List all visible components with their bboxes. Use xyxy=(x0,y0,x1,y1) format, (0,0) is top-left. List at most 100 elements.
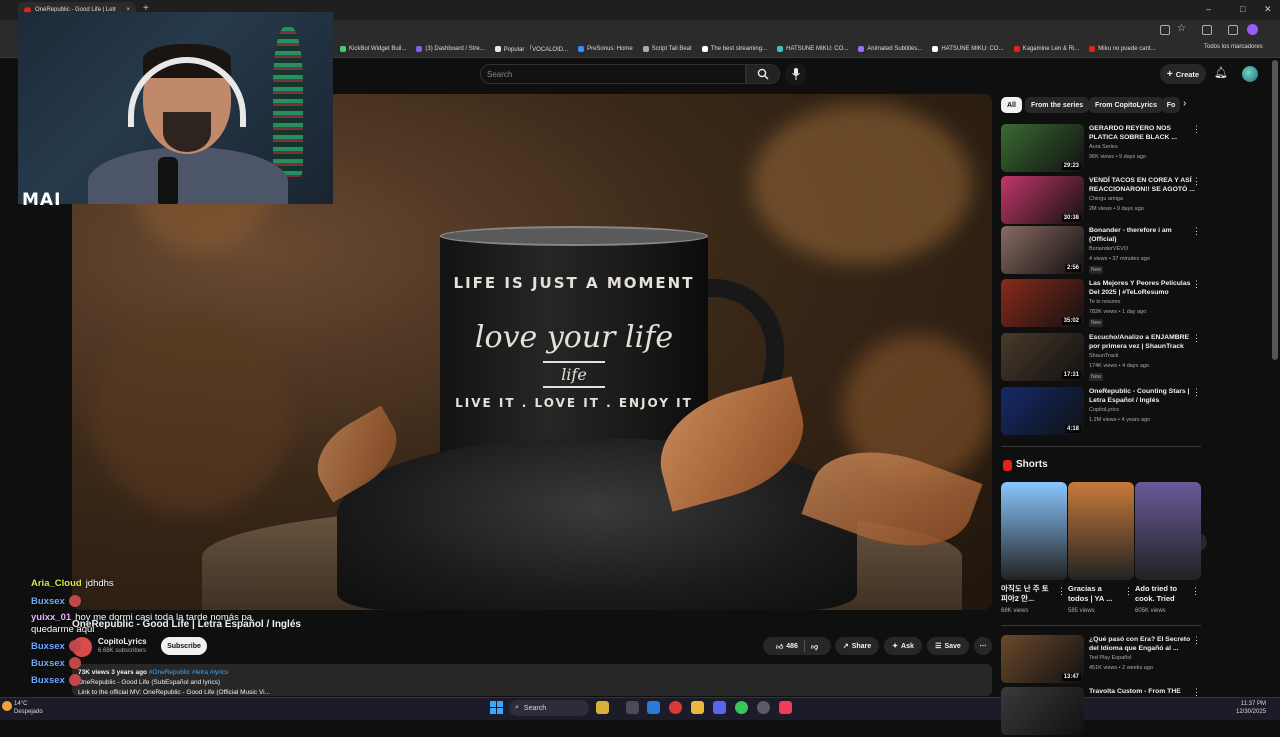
recommended-video[interactable]: 2:56 Bonander - therefore i am (Official)… xyxy=(1001,226,1201,276)
short-thumbnail[interactable] xyxy=(1068,482,1134,580)
weather-widget[interactable]: 14°C Despejado xyxy=(14,700,43,716)
recommended-title[interactable]: VENDÍ TACOS EN COREA Y ASÍ REACCIONARON!… xyxy=(1089,176,1195,194)
bookmark-item[interactable]: KickBot Widget Buil... xyxy=(340,45,406,52)
bookmark-item[interactable]: HATSUNE MIKU: CO... xyxy=(777,45,848,52)
bookmark-item[interactable]: (3) Dashboard / Stre... xyxy=(416,45,485,52)
bookmark-star-icon[interactable]: ☆ xyxy=(1177,23,1186,34)
more-vertical-icon[interactable]: ⋮ xyxy=(1192,226,1201,237)
bookmark-item[interactable]: PreSonus: Home xyxy=(578,45,633,52)
recommended-video[interactable]: 4:18 OneRepublic - Counting Stars | Letra… xyxy=(1001,387,1201,437)
recommended-channel[interactable]: CopitoLyrics xyxy=(1089,407,1119,413)
more-vertical-icon[interactable]: ⋮ xyxy=(1192,124,1201,135)
hashtags[interactable]: #OneRepublic #letra #lyrics xyxy=(149,669,228,676)
extensions-icon[interactable] xyxy=(1202,25,1212,35)
mug-print: LIFE IS JUST A MOMENT love your life lif… xyxy=(442,264,706,464)
bookmark-item[interactable]: Kagamine Len & Ri... xyxy=(1013,45,1079,52)
share-button[interactable]: ↗ Share xyxy=(835,637,879,655)
menu-icon[interactable] xyxy=(1228,25,1238,35)
description-link-line[interactable]: Link to the official MV: OneRepublic - G… xyxy=(78,688,986,696)
notifications-bell-icon[interactable]: 🔔︎ xyxy=(1214,66,1228,79)
recommended-video[interactable]: Travolta Custom - From THE ⋮ xyxy=(1001,687,1201,737)
recommended-video[interactable]: 17:31 Escucho/Analizo a ENJAMBRE por prim… xyxy=(1001,333,1201,383)
search-button[interactable] xyxy=(746,64,780,84)
more-vertical-icon[interactable]: ⋮ xyxy=(1124,586,1133,597)
bookmark-item[interactable]: Script Tail Beat xyxy=(642,45,692,52)
save-button[interactable]: ☰ Save xyxy=(927,637,969,655)
folder-icon[interactable] xyxy=(691,701,704,714)
bookmark-item[interactable]: Popular 「VOCALOID... xyxy=(494,44,568,53)
more-actions-button[interactable]: ⋯ xyxy=(974,637,992,655)
filter-chip[interactable]: From the series xyxy=(1025,97,1090,113)
create-button[interactable]: + Create xyxy=(1160,64,1206,84)
stream-logo: MAI xyxy=(22,190,62,210)
recommended-title[interactable]: Las Mejores Y Peores Películas Del 2025 … xyxy=(1089,279,1195,297)
recommended-video[interactable]: 35:02 Las Mejores Y Peores Películas Del … xyxy=(1001,279,1201,329)
short-title[interactable]: Ado tried to cook. Tried xyxy=(1135,584,1189,604)
more-vertical-icon[interactable]: ⋮ xyxy=(1192,387,1201,398)
cast-icon[interactable] xyxy=(1160,25,1170,35)
recommended-title[interactable]: Escucho/Analizo a ENJAMBRE por primera v… xyxy=(1089,333,1195,351)
all-bookmarks-folder[interactable]: Todos los marcadores xyxy=(1204,44,1263,50)
edge-icon[interactable] xyxy=(647,701,660,714)
video-description[interactable]: 73K views 3 years ago #OneRepublic #letr… xyxy=(72,664,992,696)
more-vertical-icon[interactable]: ⋮ xyxy=(1192,635,1201,646)
recommended-video[interactable]: 30:38 VENDÍ TACOS EN COREA Y ASÍ REACCION… xyxy=(1001,176,1201,226)
filter-chip[interactable]: Fo xyxy=(1162,97,1180,113)
bookmark-item[interactable]: Animated Subtitles... xyxy=(858,45,922,52)
bookmark-item[interactable]: HATSUNE MIKU: CO... xyxy=(932,45,1004,52)
system-clock[interactable]: 11:37 PM 12/30/2025 xyxy=(1236,700,1266,716)
recommended-channel[interactable]: Aura Series xyxy=(1089,144,1118,150)
dislike-button[interactable]: 👎︎ xyxy=(811,642,818,651)
more-vertical-icon[interactable]: ⋮ xyxy=(1191,586,1200,597)
profile-icon[interactable] xyxy=(1247,24,1258,35)
more-vertical-icon[interactable]: ⋮ xyxy=(1192,333,1201,344)
page-scrollbar[interactable] xyxy=(1272,60,1278,360)
recommended-title[interactable]: GERARDO REYERO NOS PLATICA SOBRE BLACK .… xyxy=(1089,124,1195,142)
short-title[interactable]: Gracias a todos | YA ... xyxy=(1068,584,1122,604)
bookmark-item[interactable]: Miku no puede cant... xyxy=(1089,45,1156,52)
ask-button[interactable]: ✦ Ask xyxy=(884,637,922,655)
more-vertical-icon[interactable]: ⋮ xyxy=(1192,176,1201,187)
task-view-icon[interactable] xyxy=(626,701,639,714)
music-app-icon[interactable] xyxy=(779,701,792,714)
short-thumbnail[interactable] xyxy=(1001,482,1067,580)
more-vertical-icon[interactable]: ⋮ xyxy=(1192,279,1201,290)
file-explorer-widget-icon[interactable] xyxy=(596,701,609,714)
discord-icon[interactable] xyxy=(713,701,726,714)
minimize-icon[interactable]: – xyxy=(1206,4,1211,14)
bookmark-label: PreSonus: Home xyxy=(587,45,633,52)
settings-icon[interactable] xyxy=(757,701,770,714)
recommended-title[interactable]: ¿Qué pasó con Era? El Secreto del Idioma… xyxy=(1089,635,1195,653)
account-avatar[interactable] xyxy=(1242,66,1258,82)
recommended-channel[interactable]: Chingu amiga xyxy=(1089,196,1123,202)
short-thumbnail[interactable] xyxy=(1135,482,1201,580)
maximize-icon[interactable]: □ xyxy=(1240,4,1245,14)
recommended-video[interactable]: 13:47 ¿Qué pasó con Era? El Secreto del I… xyxy=(1001,635,1201,685)
recommended-title[interactable]: OneRepublic - Counting Stars | Letra Esp… xyxy=(1089,387,1195,405)
chips-next-chevron-icon[interactable]: › xyxy=(1183,98,1186,109)
app-icon[interactable] xyxy=(669,701,682,714)
filter-chip[interactable]: All xyxy=(1001,97,1022,113)
short-title[interactable]: 아직도 난 주 토피아2 안... xyxy=(1001,584,1055,604)
video-thumbnail[interactable] xyxy=(1001,687,1084,735)
taskbar-search[interactable]: ⌕ Search xyxy=(509,700,589,716)
chrome-icon[interactable] xyxy=(735,701,748,714)
recommended-title[interactable]: Travolta Custom - From THE xyxy=(1089,687,1195,696)
more-vertical-icon[interactable]: ⋮ xyxy=(1057,586,1066,597)
windows-start-icon[interactable] xyxy=(490,701,503,714)
recommended-channel[interactable]: ShaunTrack xyxy=(1089,353,1118,359)
channel-name[interactable]: CopitoLyrics xyxy=(98,637,147,646)
voice-search-button[interactable] xyxy=(785,63,807,85)
more-vertical-icon[interactable]: ⋮ xyxy=(1192,687,1201,698)
like-button[interactable]: 👍︎ 486 xyxy=(776,642,798,651)
recommended-title[interactable]: Bonander - therefore i am (Official) xyxy=(1089,226,1195,244)
subscribe-button[interactable]: Subscribe xyxy=(161,637,207,655)
recommended-channel[interactable]: Ted Play Español xyxy=(1089,655,1132,661)
recommended-channel[interactable]: Te lo resumo xyxy=(1089,299,1121,305)
close-window-icon[interactable]: ✕ xyxy=(1264,4,1272,15)
recommended-video[interactable]: 29:23 GERARDO REYERO NOS PLATICA SOBRE BL… xyxy=(1001,124,1201,174)
filter-chip[interactable]: From CopitoLyrics xyxy=(1089,97,1163,113)
search-input[interactable]: Search xyxy=(480,64,746,84)
bookmark-item[interactable]: The best streaming... xyxy=(701,45,767,52)
recommended-channel[interactable]: BonanderVEVO xyxy=(1089,246,1128,252)
